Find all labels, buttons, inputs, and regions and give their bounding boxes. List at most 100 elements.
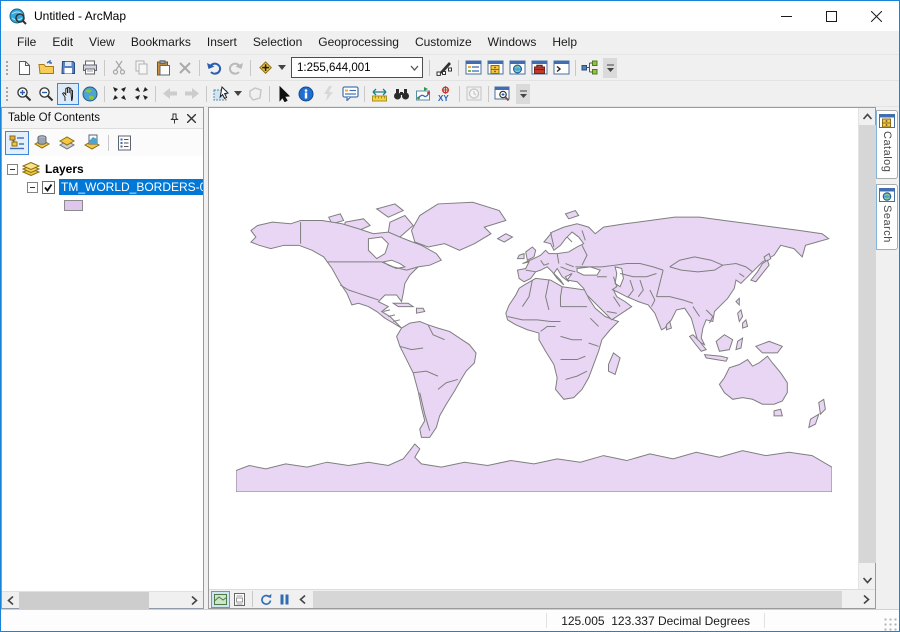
menu-edit[interactable]: Edit xyxy=(44,31,81,54)
catalog-dock-tab[interactable]: Catalog xyxy=(876,110,898,179)
list-by-selection-button[interactable] xyxy=(80,131,104,155)
zoom-in-button[interactable] xyxy=(13,83,35,105)
search-window-button[interactable] xyxy=(506,57,528,79)
scroll-left-button[interactable] xyxy=(2,592,19,609)
search-dock-tab[interactable]: Search xyxy=(876,184,898,250)
menu-selection[interactable]: Selection xyxy=(245,31,310,54)
map-canvas[interactable] xyxy=(209,108,858,589)
menu-bookmarks[interactable]: Bookmarks xyxy=(123,31,199,54)
menu-help[interactable]: Help xyxy=(544,31,585,54)
measure-button[interactable] xyxy=(368,83,390,105)
maximize-button[interactable] xyxy=(809,1,854,31)
toolbar-options-button[interactable] xyxy=(603,58,617,78)
collapse-expander[interactable] xyxy=(7,164,18,175)
paste-button[interactable] xyxy=(152,57,174,79)
pause-drawing-button[interactable] xyxy=(275,591,294,608)
html-popup-button[interactable] xyxy=(339,83,361,105)
close-button[interactable] xyxy=(854,1,899,31)
data-view-button[interactable] xyxy=(211,591,230,608)
scroll-up-button[interactable] xyxy=(859,108,876,125)
toolbar-grip[interactable] xyxy=(4,85,9,103)
layer-symbol-swatch[interactable] xyxy=(64,200,83,211)
open-button[interactable] xyxy=(35,57,57,79)
resize-grip[interactable] xyxy=(883,617,897,631)
layer-visibility-checkbox[interactable] xyxy=(42,181,55,194)
toc-header[interactable]: Table Of Contents xyxy=(2,108,203,129)
new-document-button[interactable] xyxy=(13,57,35,79)
toc-options-button[interactable] xyxy=(112,131,136,155)
zoom-out-button[interactable] xyxy=(35,83,57,105)
scroll-down-button[interactable] xyxy=(859,572,876,589)
fixed-zoom-out-button[interactable] xyxy=(130,83,152,105)
clear-selection-button[interactable] xyxy=(244,83,266,105)
map-horizontal-scrollbar[interactable] xyxy=(313,591,858,608)
delete-button[interactable] xyxy=(174,57,196,79)
scroll-right-button[interactable] xyxy=(186,592,203,609)
viewer-window-button[interactable] xyxy=(492,83,514,105)
menu-file[interactable]: File xyxy=(9,31,44,54)
python-window-button[interactable] xyxy=(550,57,572,79)
scroll-track[interactable] xyxy=(859,125,875,572)
add-data-button[interactable] xyxy=(254,57,276,79)
layout-view-button[interactable] xyxy=(230,591,249,608)
list-by-visibility-button[interactable] xyxy=(55,131,79,155)
layer-symbol-row[interactable] xyxy=(2,196,203,214)
menu-insert[interactable]: Insert xyxy=(199,31,245,54)
cut-button[interactable] xyxy=(108,57,130,79)
minimize-button[interactable] xyxy=(764,1,809,31)
menu-view[interactable]: View xyxy=(81,31,123,54)
catalog-window-button[interactable] xyxy=(484,57,506,79)
menu-customize[interactable]: Customize xyxy=(407,31,480,54)
redo-button[interactable] xyxy=(225,57,247,79)
select-elements-button[interactable] xyxy=(273,83,295,105)
maximize-icon xyxy=(826,11,837,22)
scroll-right-button[interactable] xyxy=(858,591,875,608)
select-features-button[interactable] xyxy=(210,83,232,105)
arctoolbox-button[interactable] xyxy=(528,57,550,79)
identify-button[interactable] xyxy=(295,83,317,105)
title-bar[interactable]: Untitled - ArcMap xyxy=(1,1,899,31)
print-button[interactable] xyxy=(79,57,101,79)
hyperlink-button[interactable] xyxy=(317,83,339,105)
add-data-dropdown[interactable] xyxy=(276,57,288,79)
map-scale-combobox[interactable]: 1:255,644,001 xyxy=(291,57,423,78)
back-extent-button[interactable] xyxy=(159,83,181,105)
find-route-button[interactable] xyxy=(412,83,434,105)
layer-name-selected[interactable]: TM_WORLD_BORDERS-0. xyxy=(59,179,203,195)
scroll-left-button[interactable] xyxy=(294,591,311,608)
toc-pin-button[interactable] xyxy=(166,110,183,127)
scale-dropdown-arrow[interactable] xyxy=(406,65,422,71)
toolbar-options-button[interactable] xyxy=(516,84,530,104)
menu-windows[interactable]: Windows xyxy=(480,31,545,54)
scroll-thumb[interactable] xyxy=(859,125,876,563)
refresh-button[interactable] xyxy=(256,591,275,608)
modelbuilder-button[interactable] xyxy=(579,57,601,79)
menu-geoprocessing[interactable]: Geoprocessing xyxy=(310,31,407,54)
scroll-thumb[interactable] xyxy=(313,591,842,608)
editor-toolbar-button[interactable] xyxy=(433,57,455,79)
layer-row[interactable]: TM_WORLD_BORDERS-0. xyxy=(2,178,203,196)
go-to-xy-button[interactable]: XY xyxy=(434,83,456,105)
pan-button[interactable] xyxy=(57,83,79,105)
scroll-thumb[interactable] xyxy=(19,592,149,609)
toc-horizontal-scrollbar[interactable] xyxy=(2,591,203,608)
toolbar-grip[interactable] xyxy=(4,59,9,77)
forward-extent-button[interactable] xyxy=(181,83,203,105)
layers-group-label[interactable]: Layers xyxy=(45,162,84,176)
layers-group-row[interactable]: Layers xyxy=(2,160,203,178)
table-of-contents-button[interactable] xyxy=(462,57,484,79)
full-extent-button[interactable] xyxy=(79,83,101,105)
fixed-zoom-in-button[interactable] xyxy=(108,83,130,105)
toc-close-button[interactable] xyxy=(183,110,200,127)
copy-button[interactable] xyxy=(130,57,152,79)
map-vertical-scrollbar[interactable] xyxy=(858,108,875,589)
select-features-dropdown[interactable] xyxy=(232,83,244,105)
save-button[interactable] xyxy=(57,57,79,79)
undo-button[interactable] xyxy=(203,57,225,79)
scroll-track[interactable] xyxy=(19,592,186,609)
collapse-expander[interactable] xyxy=(27,182,38,193)
list-by-source-button[interactable] xyxy=(30,131,54,155)
list-by-drawing-order-button[interactable] xyxy=(5,131,29,155)
find-button[interactable] xyxy=(390,83,412,105)
time-slider-button[interactable] xyxy=(463,83,485,105)
